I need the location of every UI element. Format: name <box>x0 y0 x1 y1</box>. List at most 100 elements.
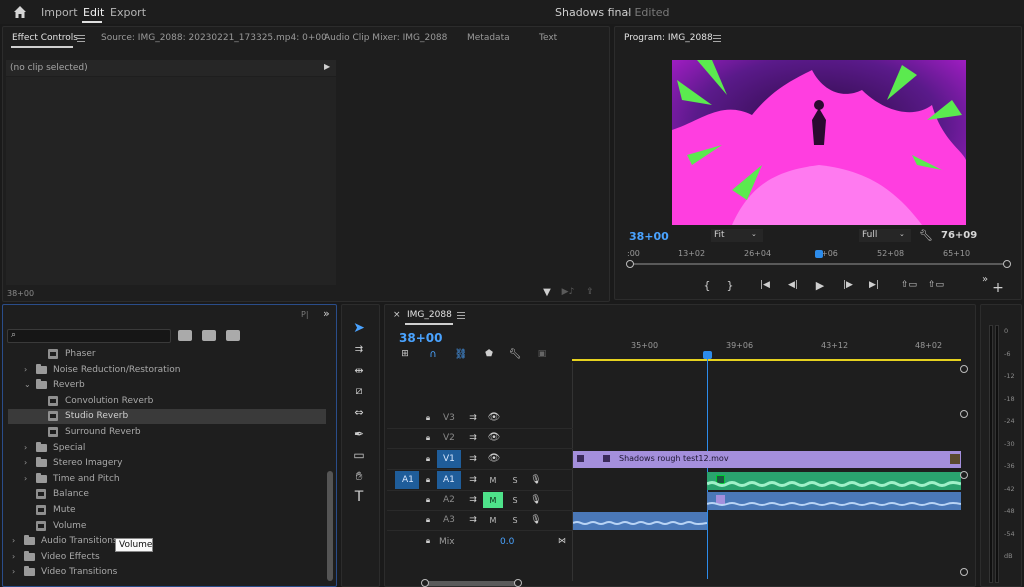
effects-tree-item[interactable]: › Noise Reduction/Restoration <box>8 363 326 378</box>
effects-tree-item[interactable]: Phaser <box>8 347 326 362</box>
audio-clip-a1[interactable] <box>707 472 961 490</box>
track-target-v1[interactable]: V1 <box>437 450 461 468</box>
track-select-tool-icon[interactable]: ⇉ <box>350 340 368 358</box>
chevron-down-icon[interactable]: ⌄ <box>24 380 31 389</box>
microphone-icon[interactable]: 🎙︎ <box>530 494 541 506</box>
mark-in-icon[interactable]: { <box>701 279 713 292</box>
tab-source[interactable]: Source: IMG_2088: 20230221_173325.mp4: 0… <box>101 33 327 43</box>
mix-jump-icon[interactable]: ⋈ <box>556 535 568 545</box>
eye-icon[interactable]: 👁︎ <box>488 432 501 443</box>
step-back-icon[interactable]: ◀| <box>786 279 800 291</box>
snap-icon[interactable]: ∩ <box>427 348 439 360</box>
chevron-right-icon[interactable]: › <box>12 536 15 545</box>
effects-tree-item[interactable]: Volume <box>8 519 326 534</box>
microphone-icon[interactable]: 🎙︎ <box>530 514 541 526</box>
timeline-menu-icon[interactable] <box>457 312 465 319</box>
effects-tab-clipped[interactable]: P| <box>301 310 309 319</box>
sync-lock-icon[interactable]: ⇉ <box>467 495 479 505</box>
program-scroll-handle-right[interactable] <box>1003 260 1011 268</box>
extract-icon[interactable]: ⇧▭ <box>928 279 944 291</box>
solo-button-a1[interactable]: S <box>505 472 525 488</box>
program-menu-icon[interactable] <box>713 35 721 42</box>
horizontal-scroll-handle-right[interactable] <box>514 579 522 587</box>
vertical-scroll-handle[interactable] <box>960 365 968 373</box>
sync-lock-icon[interactable]: ⇉ <box>467 454 479 464</box>
lock-icon[interactable]: 🔒︎ <box>423 475 433 485</box>
quality-select[interactable]: Full ⌄ <box>859 229 911 242</box>
chevron-right-icon[interactable]: › <box>24 365 27 374</box>
slip-tool-icon[interactable]: ⇔ <box>350 403 368 421</box>
effects-tree-item[interactable]: Balance <box>8 487 326 502</box>
wrench-icon[interactable]: 🔧︎ <box>919 229 933 242</box>
32-bit-effects-icon[interactable] <box>202 330 216 341</box>
lock-icon[interactable]: 🔒︎ <box>423 413 433 423</box>
mute-button-a1[interactable]: M <box>483 472 503 488</box>
pen-tool-icon[interactable]: ✒︎ <box>350 425 368 443</box>
effects-search-input[interactable]: ⌕ <box>7 329 171 343</box>
tab-effect-controls[interactable]: Effect Controls <box>12 33 78 43</box>
panel-overflow-icon[interactable]: » <box>323 307 330 320</box>
solo-button-a2[interactable]: S <box>505 492 525 508</box>
source-patch-a1[interactable]: A1 <box>395 471 419 489</box>
selection-tool-icon[interactable]: ➤ <box>350 319 368 337</box>
program-scrollbar-track[interactable] <box>629 263 1007 265</box>
track-target-a3[interactable]: A3 <box>437 511 461 529</box>
vertical-scroll-handle[interactable] <box>960 568 968 576</box>
linked-selection-icon[interactable]: ⛓︎ <box>455 348 468 360</box>
chevron-right-icon[interactable]: › <box>24 474 27 483</box>
lock-icon[interactable]: 🔒︎ <box>423 536 433 546</box>
tab-metadata[interactable]: Metadata <box>467 33 510 43</box>
sync-lock-icon[interactable]: ⇉ <box>467 433 479 443</box>
sync-lock-icon[interactable]: ⇉ <box>467 515 479 525</box>
nav-import[interactable]: Import <box>41 6 78 19</box>
microphone-icon[interactable]: 🎙︎ <box>530 474 541 486</box>
mix-value[interactable]: 0.0 <box>500 537 514 547</box>
expand-arrow-icon[interactable]: ▶ <box>324 62 330 71</box>
play-icon[interactable]: ▶ <box>813 279 827 292</box>
go-to-out-icon[interactable]: ▶| <box>867 279 881 291</box>
sync-lock-icon[interactable]: ⇉ <box>467 413 479 423</box>
audio-clip-a3[interactable] <box>573 512 707 530</box>
zoom-select[interactable]: Fit ⌄ <box>711 229 763 242</box>
program-timecode[interactable]: 38+00 <box>629 230 669 243</box>
work-area-bar[interactable] <box>572 359 961 361</box>
track-target-a2[interactable]: A2 <box>437 491 461 509</box>
timeline-settings-icon[interactable]: 🔧︎ <box>509 348 522 360</box>
effects-tree-item[interactable]: ⌄ Reverb <box>8 378 326 393</box>
panel-menu-icon[interactable] <box>77 35 85 42</box>
effects-scrollbar[interactable] <box>327 471 333 581</box>
effects-tree-item[interactable]: Mute <box>8 503 326 518</box>
chevron-right-icon[interactable]: › <box>24 443 27 452</box>
nav-export[interactable]: Export <box>110 6 146 19</box>
effects-tree-item[interactable]: Convolution Reverb <box>8 394 326 409</box>
lock-icon[interactable]: 🔒︎ <box>423 433 433 443</box>
lift-icon[interactable]: ⇧▭ <box>901 279 917 291</box>
ripple-edit-tool-icon[interactable]: ⇹ <box>350 361 368 379</box>
mute-button-a2[interactable]: M <box>483 492 503 508</box>
yuv-effects-icon[interactable] <box>226 330 240 341</box>
chevron-right-icon[interactable]: › <box>12 552 15 561</box>
vertical-scroll-handle[interactable] <box>960 471 968 479</box>
nest-icon[interactable]: ⊞ <box>399 348 411 360</box>
effects-tree-item[interactable]: › Time and Pitch <box>8 472 326 487</box>
effects-tree-item[interactable]: Surround Reverb <box>8 425 326 440</box>
program-playhead[interactable] <box>815 250 823 258</box>
hand-tool-icon[interactable]: ✋︎ <box>350 467 368 485</box>
chevron-right-icon[interactable]: › <box>12 567 15 576</box>
track-target-v2[interactable]: V2 <box>437 429 461 447</box>
track-target-v3[interactable]: V3 <box>437 409 461 427</box>
timeline-ruler[interactable]: 35+00 39+06 43+12 48+02 <box>572 341 961 361</box>
video-clip[interactable]: Shadows rough test12.mov <box>573 451 961 468</box>
lock-icon[interactable]: 🔒︎ <box>423 495 433 505</box>
effects-tree-item[interactable]: › Stereo Imagery <box>8 456 326 471</box>
marker-icon[interactable]: ⬟ <box>483 348 495 360</box>
effects-tree-item[interactable]: › Video Transitions <box>8 565 326 580</box>
horizontal-scroll-handle-left[interactable] <box>421 579 429 587</box>
program-scroll-handle-left[interactable] <box>626 260 634 268</box>
filter-icon[interactable]: ▼ <box>541 286 553 298</box>
accelerated-effects-icon[interactable] <box>178 330 192 341</box>
step-forward-icon[interactable]: |▶ <box>841 279 855 291</box>
tab-text[interactable]: Text <box>539 33 557 43</box>
lock-icon[interactable]: 🔒︎ <box>423 515 433 525</box>
track-target-a1[interactable]: A1 <box>437 471 461 489</box>
